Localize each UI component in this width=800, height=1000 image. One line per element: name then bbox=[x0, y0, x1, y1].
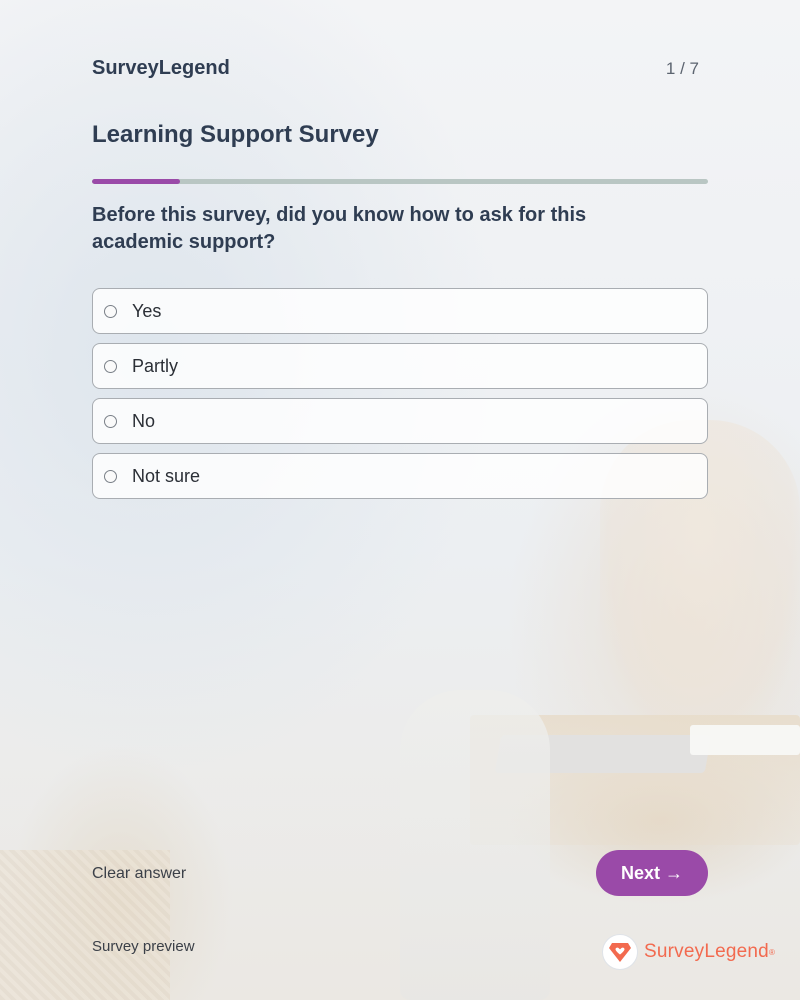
next-button[interactable]: Next → bbox=[596, 850, 708, 896]
progress-bar bbox=[92, 179, 708, 184]
progress-bar-fill bbox=[92, 179, 181, 184]
radio-icon[interactable] bbox=[104, 414, 117, 428]
clear-answer-link[interactable]: Clear answer bbox=[92, 865, 186, 883]
option-label: Yes bbox=[132, 300, 162, 321]
background-notebook bbox=[690, 725, 800, 755]
heart-diamond-icon bbox=[602, 934, 638, 970]
surveylegend-logo[interactable]: SurveyLegend ® bbox=[602, 934, 775, 970]
logo-text: SurveyLegend bbox=[644, 941, 769, 962]
answer-options: Yes Partly No Not sure bbox=[92, 288, 708, 508]
option-partly[interactable]: Partly bbox=[92, 343, 708, 389]
survey-preview-label: Survey preview bbox=[92, 938, 195, 955]
option-label: No bbox=[132, 410, 156, 431]
option-yes[interactable]: Yes bbox=[92, 288, 708, 334]
logo-mark-svg bbox=[609, 943, 631, 962]
option-no[interactable]: No bbox=[92, 398, 708, 444]
page-counter: 1 / 7 bbox=[665, 59, 699, 78]
option-not-sure[interactable]: Not sure bbox=[92, 453, 708, 499]
brand-name: SurveyLegend bbox=[92, 57, 230, 79]
radio-icon[interactable] bbox=[104, 304, 117, 318]
logo-registered-mark: ® bbox=[768, 947, 775, 957]
radio-icon[interactable] bbox=[104, 359, 117, 373]
radio-icon[interactable] bbox=[104, 469, 117, 483]
option-label: Not sure bbox=[132, 465, 201, 486]
question-text: Before this survey, did you know how to … bbox=[92, 204, 587, 253]
background-chair bbox=[400, 690, 550, 1000]
survey-title: Learning Support Survey bbox=[92, 121, 379, 148]
option-label: Partly bbox=[132, 355, 179, 376]
